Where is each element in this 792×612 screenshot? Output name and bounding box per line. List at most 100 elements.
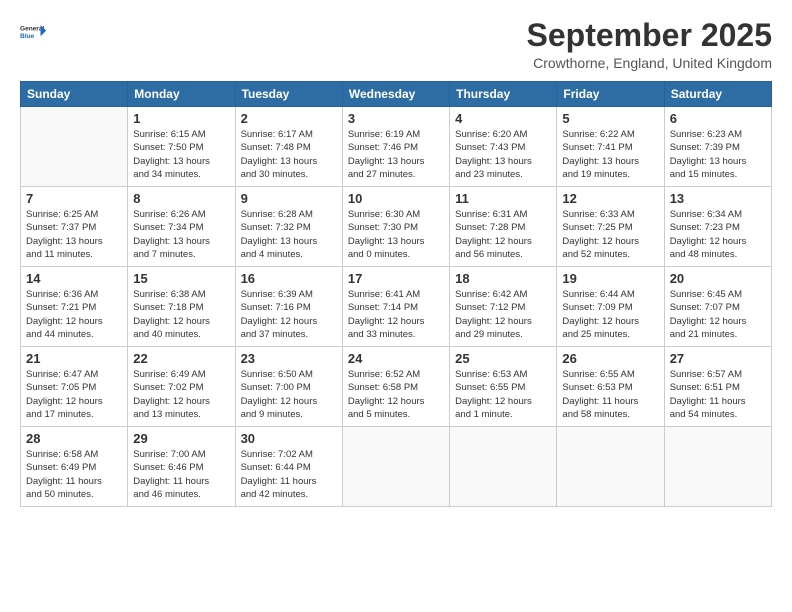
day-number: 25 bbox=[455, 351, 551, 366]
calendar-day-cell: 19 Sunrise: 6:44 AM Sunset: 7:09 PM Dayli… bbox=[557, 267, 664, 347]
title-block: September 2025 Crowthorne, England, Unit… bbox=[527, 18, 772, 71]
calendar-day-cell: 6Sunrise: 6:23 AM Sunset: 7:39 PM Daylig… bbox=[664, 107, 771, 187]
day-number: 10 bbox=[348, 191, 444, 206]
day-number: 14 bbox=[26, 271, 122, 286]
day-number: 7 bbox=[26, 191, 122, 206]
day-info: Sunrise: 6:52 AM Sunset: 6:58 PM Dayligh… bbox=[348, 368, 444, 421]
calendar-day-cell: 2 Sunrise: 6:17 AM Sunset: 7:48 PM Daylig… bbox=[235, 107, 342, 187]
day-info: Sunrise: 7:02 AM Sunset: 6:44 PM Dayligh… bbox=[241, 448, 337, 501]
calendar-day-cell: 1 Sunrise: 6:15 AM Sunset: 7:50 PM Daylig… bbox=[128, 107, 235, 187]
calendar-day-cell: 9 Sunrise: 6:28 AM Sunset: 7:32 PM Daylig… bbox=[235, 187, 342, 267]
day-number: 15 bbox=[133, 271, 229, 286]
day-number: 23 bbox=[241, 351, 337, 366]
day-info: Sunrise: 6:57 AM Sunset: 6:51 PM Dayligh… bbox=[670, 368, 766, 421]
day-number: 30 bbox=[241, 431, 337, 446]
day-info: Sunrise: 6:33 AM Sunset: 7:25 PM Dayligh… bbox=[562, 208, 658, 261]
day-of-week-header: Thursday bbox=[450, 82, 557, 107]
calendar-day-cell: 17 Sunrise: 6:41 AM Sunset: 7:14 PM Dayli… bbox=[342, 267, 449, 347]
day-number: 1 bbox=[133, 111, 229, 126]
day-info: Sunrise: 6:38 AM Sunset: 7:18 PM Dayligh… bbox=[133, 288, 229, 341]
day-of-week-header: Wednesday bbox=[342, 82, 449, 107]
day-of-week-header: Friday bbox=[557, 82, 664, 107]
calendar-week-row: 7Sunrise: 6:25 AM Sunset: 7:37 PM Daylig… bbox=[21, 187, 772, 267]
day-info: Sunrise: 6:30 AM Sunset: 7:30 PM Dayligh… bbox=[348, 208, 444, 261]
calendar-day-cell: 10 Sunrise: 6:30 AM Sunset: 7:30 PM Dayli… bbox=[342, 187, 449, 267]
calendar-day-cell: 13Sunrise: 6:34 AM Sunset: 7:23 PM Dayli… bbox=[664, 187, 771, 267]
day-of-week-header: Tuesday bbox=[235, 82, 342, 107]
day-number: 12 bbox=[562, 191, 658, 206]
calendar-day-cell: 29 Sunrise: 7:00 AM Sunset: 6:46 PM Dayli… bbox=[128, 427, 235, 507]
day-info: Sunrise: 6:55 AM Sunset: 6:53 PM Dayligh… bbox=[562, 368, 658, 421]
day-info: Sunrise: 6:58 AM Sunset: 6:49 PM Dayligh… bbox=[26, 448, 122, 501]
calendar-week-row: 28 Sunrise: 6:58 AM Sunset: 6:49 PM Dayli… bbox=[21, 427, 772, 507]
logo-icon: GeneralBlue bbox=[20, 18, 48, 46]
day-info: Sunrise: 6:20 AM Sunset: 7:43 PM Dayligh… bbox=[455, 128, 551, 181]
calendar-day-cell: 3 Sunrise: 6:19 AM Sunset: 7:46 PM Daylig… bbox=[342, 107, 449, 187]
calendar-day-cell: 26 Sunrise: 6:55 AM Sunset: 6:53 PM Dayli… bbox=[557, 347, 664, 427]
day-of-week-header: Monday bbox=[128, 82, 235, 107]
day-number: 4 bbox=[455, 111, 551, 126]
calendar-day-cell: 5Sunrise: 6:22 AM Sunset: 7:41 PM Daylig… bbox=[557, 107, 664, 187]
calendar-day-cell: 21Sunrise: 6:47 AM Sunset: 7:05 PM Dayli… bbox=[21, 347, 128, 427]
day-number: 6 bbox=[670, 111, 766, 126]
day-number: 17 bbox=[348, 271, 444, 286]
day-number: 19 bbox=[562, 271, 658, 286]
calendar-day-cell: 18 Sunrise: 6:42 AM Sunset: 7:12 PM Dayli… bbox=[450, 267, 557, 347]
day-number: 16 bbox=[241, 271, 337, 286]
day-info: Sunrise: 7:00 AM Sunset: 6:46 PM Dayligh… bbox=[133, 448, 229, 501]
day-number: 9 bbox=[241, 191, 337, 206]
calendar-day-cell: 4 Sunrise: 6:20 AM Sunset: 7:43 PM Daylig… bbox=[450, 107, 557, 187]
day-number: 29 bbox=[133, 431, 229, 446]
day-info: Sunrise: 6:49 AM Sunset: 7:02 PM Dayligh… bbox=[133, 368, 229, 421]
calendar-day-cell bbox=[21, 107, 128, 187]
calendar-day-cell: 15 Sunrise: 6:38 AM Sunset: 7:18 PM Dayli… bbox=[128, 267, 235, 347]
day-info: Sunrise: 6:31 AM Sunset: 7:28 PM Dayligh… bbox=[455, 208, 551, 261]
day-number: 27 bbox=[670, 351, 766, 366]
calendar-day-cell: 16 Sunrise: 6:39 AM Sunset: 7:16 PM Dayli… bbox=[235, 267, 342, 347]
day-number: 24 bbox=[348, 351, 444, 366]
calendar-day-cell: 24 Sunrise: 6:52 AM Sunset: 6:58 PM Dayli… bbox=[342, 347, 449, 427]
month-title: September 2025 bbox=[527, 18, 772, 53]
day-number: 22 bbox=[133, 351, 229, 366]
calendar-day-cell bbox=[342, 427, 449, 507]
day-info: Sunrise: 6:22 AM Sunset: 7:41 PM Dayligh… bbox=[562, 128, 658, 181]
day-info: Sunrise: 6:41 AM Sunset: 7:14 PM Dayligh… bbox=[348, 288, 444, 341]
day-info: Sunrise: 6:17 AM Sunset: 7:48 PM Dayligh… bbox=[241, 128, 337, 181]
calendar-week-row: 21Sunrise: 6:47 AM Sunset: 7:05 PM Dayli… bbox=[21, 347, 772, 427]
day-info: Sunrise: 6:50 AM Sunset: 7:00 PM Dayligh… bbox=[241, 368, 337, 421]
day-info: Sunrise: 6:39 AM Sunset: 7:16 PM Dayligh… bbox=[241, 288, 337, 341]
day-number: 3 bbox=[348, 111, 444, 126]
logo: GeneralBlue bbox=[20, 18, 48, 46]
calendar-day-cell: 8Sunrise: 6:26 AM Sunset: 7:34 PM Daylig… bbox=[128, 187, 235, 267]
calendar-day-cell: 7Sunrise: 6:25 AM Sunset: 7:37 PM Daylig… bbox=[21, 187, 128, 267]
calendar-day-cell: 22 Sunrise: 6:49 AM Sunset: 7:02 PM Dayli… bbox=[128, 347, 235, 427]
day-number: 18 bbox=[455, 271, 551, 286]
day-number: 20 bbox=[670, 271, 766, 286]
day-info: Sunrise: 6:42 AM Sunset: 7:12 PM Dayligh… bbox=[455, 288, 551, 341]
day-info: Sunrise: 6:36 AM Sunset: 7:21 PM Dayligh… bbox=[26, 288, 122, 341]
day-info: Sunrise: 6:28 AM Sunset: 7:32 PM Dayligh… bbox=[241, 208, 337, 261]
calendar-header-row: SundayMondayTuesdayWednesdayThursdayFrid… bbox=[21, 82, 772, 107]
day-number: 2 bbox=[241, 111, 337, 126]
location-subtitle: Crowthorne, England, United Kingdom bbox=[527, 55, 772, 71]
day-info: Sunrise: 6:15 AM Sunset: 7:50 PM Dayligh… bbox=[133, 128, 229, 181]
day-number: 28 bbox=[26, 431, 122, 446]
calendar-week-row: 1 Sunrise: 6:15 AM Sunset: 7:50 PM Daylig… bbox=[21, 107, 772, 187]
calendar-day-cell bbox=[450, 427, 557, 507]
calendar-day-cell bbox=[664, 427, 771, 507]
calendar-day-cell: 12 Sunrise: 6:33 AM Sunset: 7:25 PM Dayli… bbox=[557, 187, 664, 267]
day-number: 21 bbox=[26, 351, 122, 366]
calendar-table: SundayMondayTuesdayWednesdayThursdayFrid… bbox=[20, 81, 772, 507]
day-info: Sunrise: 6:53 AM Sunset: 6:55 PM Dayligh… bbox=[455, 368, 551, 421]
day-number: 11 bbox=[455, 191, 551, 206]
day-info: Sunrise: 6:19 AM Sunset: 7:46 PM Dayligh… bbox=[348, 128, 444, 181]
calendar-day-cell bbox=[557, 427, 664, 507]
calendar-day-cell: 11 Sunrise: 6:31 AM Sunset: 7:28 PM Dayli… bbox=[450, 187, 557, 267]
day-number: 26 bbox=[562, 351, 658, 366]
day-info: Sunrise: 6:44 AM Sunset: 7:09 PM Dayligh… bbox=[562, 288, 658, 341]
page-header: GeneralBlue September 2025 Crowthorne, E… bbox=[20, 18, 772, 71]
calendar-day-cell: 30 Sunrise: 7:02 AM Sunset: 6:44 PM Dayli… bbox=[235, 427, 342, 507]
svg-text:Blue: Blue bbox=[20, 33, 34, 40]
day-number: 13 bbox=[670, 191, 766, 206]
calendar-day-cell: 23 Sunrise: 6:50 AM Sunset: 7:00 PM Dayli… bbox=[235, 347, 342, 427]
